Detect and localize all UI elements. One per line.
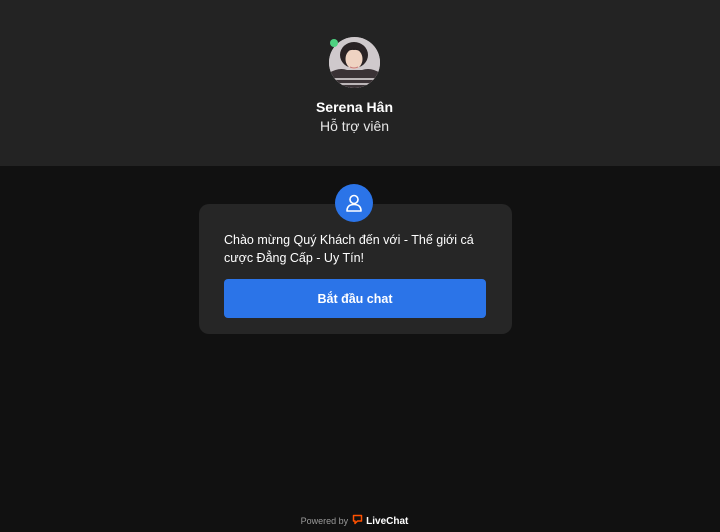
start-chat-button[interactable]: Bắt đầu chat bbox=[224, 279, 486, 318]
user-icon bbox=[335, 184, 373, 222]
agent-name: Serena Hân bbox=[315, 99, 394, 115]
welcome-message: Chào mừng Quý Khách đến với - Thế giới c… bbox=[224, 233, 474, 265]
agent-role: Hỗ trợ viên bbox=[319, 118, 390, 134]
powered-by-footer: Powered by LiveChat bbox=[0, 514, 709, 528]
powered-by-text: Powered by bbox=[300, 516, 349, 526]
agent-header: Serena Hân Hỗ trợ viên bbox=[0, 0, 720, 166]
chat-widget: Serena Hân Hỗ trợ viên Chào mừng Quý Khá… bbox=[0, 0, 720, 532]
livechat-icon bbox=[352, 514, 363, 528]
livechat-link[interactable]: LiveChat bbox=[352, 514, 408, 528]
online-status-indicator bbox=[330, 39, 338, 47]
livechat-brand-label: LiveChat bbox=[366, 515, 409, 527]
